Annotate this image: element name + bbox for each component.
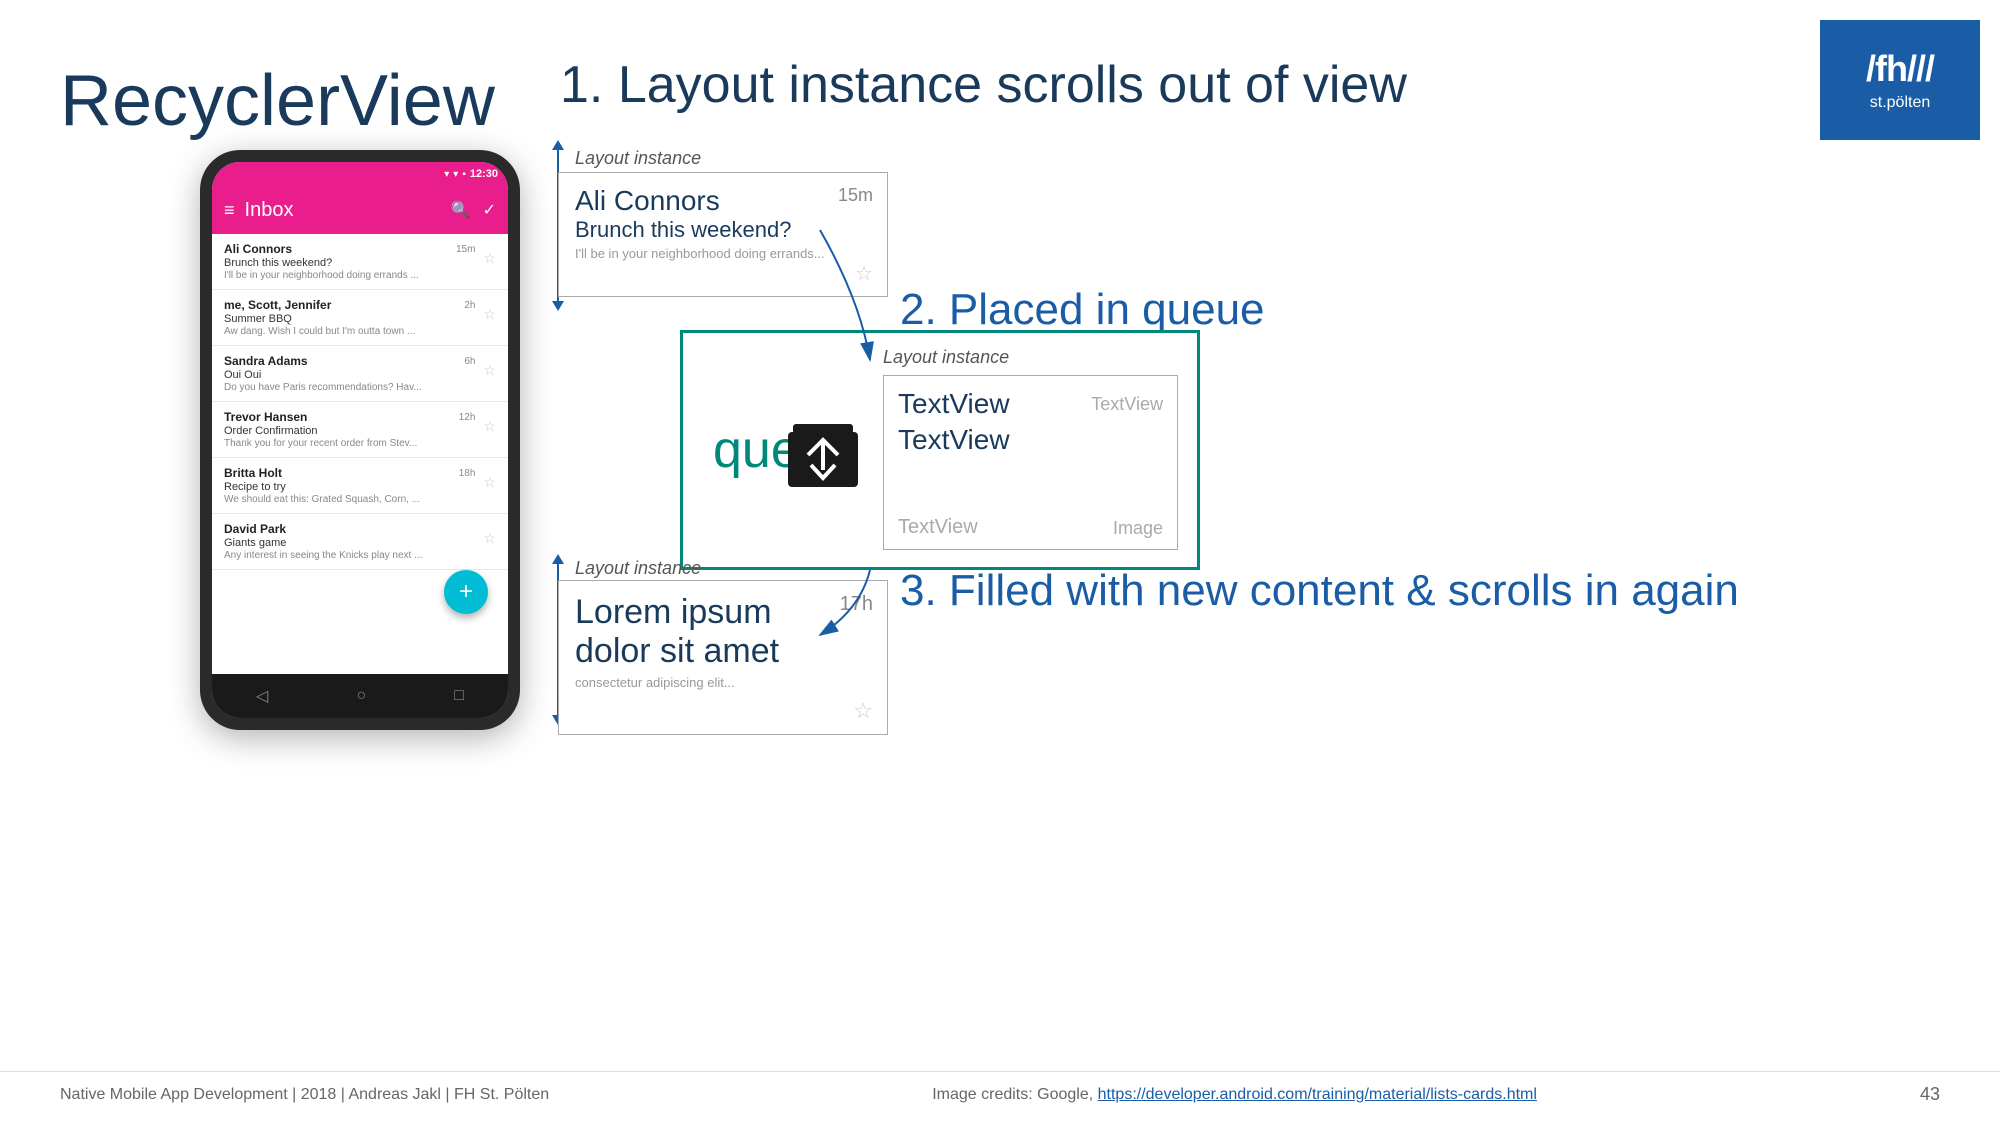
fh-logo-subtitle: st.pölten (1870, 94, 1930, 112)
star-icon-4[interactable]: ☆ (483, 474, 496, 491)
li1-preview: I'll be in your neighborhood doing erran… (575, 246, 871, 261)
battery-icon: ▪ (462, 169, 466, 180)
email-subject-1: Summer BBQ (224, 313, 475, 325)
page-number: 43 (1920, 1084, 1940, 1105)
queue-layout-instance-label: Layout instance (883, 347, 1009, 368)
star-icon-1[interactable]: ☆ (483, 306, 496, 323)
layout-instance-3-box: Lorem ipsum dolor sit amet consectetur a… (558, 580, 888, 735)
email-sender-3: Trevor Hansen (224, 410, 307, 424)
email-item-2[interactable]: Sandra Adams 6h Oui Oui Do you have Pari… (212, 346, 508, 402)
tv-image-label: Image (1113, 518, 1163, 539)
footer-link[interactable]: https://developer.android.com/training/m… (1098, 1086, 1537, 1103)
email-item-3[interactable]: Trevor Hansen 12h Order Confirmation Tha… (212, 402, 508, 458)
footer-center: Image credits: Google, https://developer… (932, 1086, 1537, 1104)
recycle-bin-icon (783, 410, 863, 490)
footer-center-text: Image credits: Google, (932, 1086, 1097, 1103)
home-icon[interactable]: ○ (356, 687, 366, 705)
fh-logo-text: /fh/// (1866, 48, 1934, 90)
hamburger-icon[interactable]: ≡ (224, 200, 235, 221)
toolbar-title: Inbox (245, 199, 441, 222)
email-time-2: 6h (464, 356, 475, 367)
email-item-4[interactable]: Britta Holt 18h Recipe to try We should … (212, 458, 508, 514)
search-icon[interactable]: 🔍 (451, 200, 471, 220)
email-subject-3: Order Confirmation (224, 425, 475, 437)
email-preview-3: Thank you for your recent order from Ste… (224, 438, 424, 449)
email-time-3: 12h (459, 412, 476, 423)
email-item-0[interactable]: Ali Connors 15m Brunch this weekend? I'l… (212, 234, 508, 290)
signal-icon: ▾ (444, 169, 449, 180)
li3-time: 17h (840, 593, 873, 616)
queue-box: queue Layout instance TextView TextView … (680, 330, 1200, 570)
phone-status-bar: ▾ ▾ ▪ 12:30 (212, 162, 508, 186)
star-icon-0[interactable]: ☆ (483, 250, 496, 267)
email-subject-2: Oui Oui (224, 369, 475, 381)
li1-star: ☆ (855, 261, 873, 286)
email-subject-5: Giants game (224, 537, 475, 549)
page-title: RecyclerView (60, 60, 495, 142)
email-subject-4: Recipe to try (224, 481, 475, 493)
email-sender-2: Sandra Adams (224, 354, 308, 368)
fh-logo: /fh/// st.pölten (1820, 20, 1980, 140)
email-time-1: 2h (464, 300, 475, 311)
done-all-icon[interactable]: ✓ (483, 200, 496, 220)
section3-heading: 3. Filled with new content & scrolls in … (900, 565, 1739, 618)
email-item-5[interactable]: David Park Giants game Any interest in s… (212, 514, 508, 570)
layout-instance-3-label: Layout instance (575, 558, 701, 579)
li3-name: Lorem ipsum (575, 593, 871, 632)
email-sender-0: Ali Connors (224, 242, 292, 256)
layout-instance-1-label: Layout instance (575, 148, 701, 169)
li3-subject: dolor sit amet (575, 632, 871, 671)
phone-nav-bar: ◁ ○ □ (212, 674, 508, 718)
email-preview-1: Aw dang. Wish I could but I'm outta town… (224, 326, 424, 337)
li1-sender: Ali Connors (575, 185, 871, 217)
email-preview-4: We should eat this: Grated Squash, Corn,… (224, 494, 424, 505)
li1-time: 15m (838, 185, 873, 206)
phone-mockup: ▾ ▾ ▪ 12:30 ≡ Inbox 🔍 ✓ (200, 150, 520, 730)
email-preview-0: I'll be in your neighborhood doing erran… (224, 270, 424, 281)
footer-left: Native Mobile App Development | 2018 | A… (60, 1086, 549, 1104)
layout-instance-1-box: Ali Connors Brunch this weekend? I'll be… (558, 172, 888, 297)
email-sender-1: me, Scott, Jennifer (224, 298, 331, 312)
email-time-0: 15m (456, 244, 475, 255)
wifi-icon: ▾ (453, 169, 458, 180)
li3-star: ☆ (853, 698, 873, 724)
tv-text-2: TextView (898, 424, 1163, 456)
li1-subject: Brunch this weekend? (575, 217, 871, 243)
section2-heading: 2. Placed in queue (900, 285, 1265, 335)
footer: Native Mobile App Development | 2018 | A… (0, 1071, 2000, 1105)
star-icon-2[interactable]: ☆ (483, 362, 496, 379)
tv-text-1: TextView (898, 388, 1010, 420)
tv-text-3: TextView (898, 516, 978, 539)
email-preview-5: Any interest in seeing the Knicks play n… (224, 550, 424, 561)
tv-label-1: TextView (1091, 394, 1163, 415)
email-subject-0: Brunch this weekend? (224, 257, 475, 269)
email-sender-5: David Park (224, 522, 286, 536)
recents-icon[interactable]: □ (454, 687, 464, 705)
li3-preview: consectetur adipiscing elit... (575, 675, 871, 690)
star-icon-3[interactable]: ☆ (483, 418, 496, 435)
back-icon[interactable]: ◁ (256, 686, 268, 706)
email-time-4: 18h (459, 468, 476, 479)
email-list: Ali Connors 15m Brunch this weekend? I'l… (212, 234, 508, 674)
email-item-1[interactable]: me, Scott, Jennifer 2h Summer BBQ Aw dan… (212, 290, 508, 346)
fab-button[interactable]: + (444, 570, 488, 614)
section1-title: 1. Layout instance scrolls out of view (560, 55, 1407, 115)
queue-inner-box: TextView TextView TextView TextView Imag… (883, 375, 1178, 550)
phone-toolbar: ≡ Inbox 🔍 ✓ (212, 186, 508, 234)
star-icon-5[interactable]: ☆ (483, 530, 496, 547)
email-sender-4: Britta Holt (224, 466, 282, 480)
email-preview-2: Do you have Paris recommendations? Hav..… (224, 382, 424, 393)
status-time: 12:30 (470, 168, 498, 180)
